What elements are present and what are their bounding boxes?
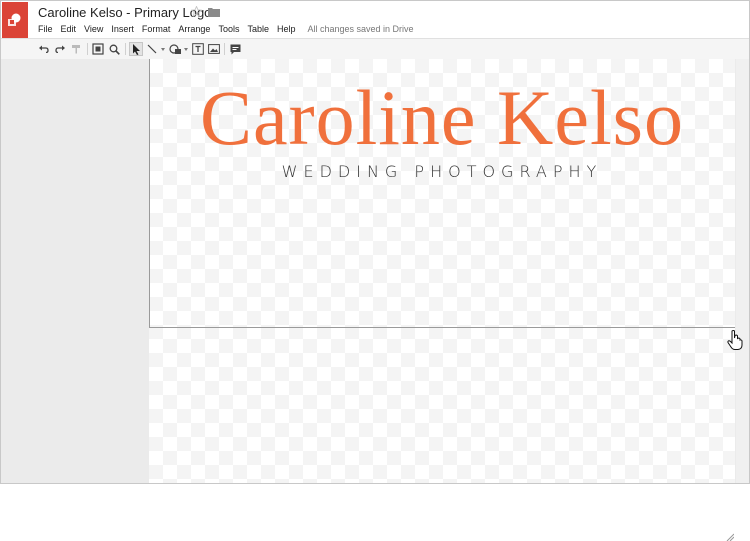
header: Caroline Kelso - Primary Logo File Edit … — [1, 1, 749, 38]
toolbar — [1, 38, 749, 60]
drawing-canvas[interactable]: Caroline Kelso WEDDING PHOTOGRAPHY — [149, 59, 735, 483]
menu-help[interactable]: Help — [277, 24, 296, 36]
paint-format-button[interactable] — [69, 42, 83, 56]
drawings-app-logo[interactable] — [2, 2, 28, 38]
paint-format-icon — [72, 45, 80, 54]
menu-tools[interactable]: Tools — [218, 24, 239, 36]
star-icon[interactable] — [191, 6, 202, 17]
comment-icon — [230, 44, 240, 54]
comment-button[interactable] — [228, 42, 242, 56]
line-tool-button[interactable] — [145, 42, 159, 56]
toolbar-divider — [125, 43, 126, 55]
menu-table[interactable]: Table — [247, 24, 269, 36]
document-title[interactable]: Caroline Kelso - Primary Logo — [38, 5, 211, 20]
drawings-logo-icon — [8, 13, 21, 26]
zoom-fit-button[interactable] — [91, 42, 105, 56]
shape-dropdown-arrow-icon[interactable] — [184, 48, 188, 51]
zoom-fit-icon — [92, 43, 104, 55]
menu-file[interactable]: File — [38, 24, 53, 36]
menu-format[interactable]: Format — [142, 24, 171, 36]
menu-bar: File Edit View Insert Format Arrange Too… — [38, 24, 414, 36]
hand-cursor-icon — [727, 330, 743, 350]
redo-icon — [55, 45, 65, 53]
line-icon — [147, 44, 157, 54]
logo-name-text[interactable]: Caroline Kelso — [149, 79, 735, 157]
text-box-icon — [192, 43, 204, 55]
redo-button[interactable] — [53, 42, 67, 56]
undo-icon — [39, 45, 49, 53]
toolbar-divider — [224, 43, 225, 55]
image-button[interactable] — [207, 42, 221, 56]
logo-tagline-text[interactable]: WEDDING PHOTOGRAPHY — [149, 162, 735, 181]
resize-grip-icon[interactable] — [726, 533, 734, 541]
image-icon — [208, 44, 220, 54]
toolbar-divider — [87, 43, 88, 55]
vertical-scrollbar[interactable] — [736, 59, 749, 483]
cursor-arrow-icon — [132, 43, 140, 55]
menu-arrange[interactable]: Arrange — [178, 24, 210, 36]
undo-button[interactable] — [37, 42, 51, 56]
select-tool-button[interactable] — [129, 42, 143, 56]
shape-icon — [168, 43, 181, 54]
zoom-icon — [109, 44, 120, 55]
menu-view[interactable]: View — [84, 24, 103, 36]
shape-tool-button[interactable] — [168, 42, 182, 56]
zoom-button[interactable] — [107, 42, 121, 56]
folder-icon[interactable] — [208, 7, 220, 17]
menu-edit[interactable]: Edit — [61, 24, 77, 36]
menu-insert[interactable]: Insert — [111, 24, 134, 36]
save-status: All changes saved in Drive — [307, 24, 414, 34]
text-box-button[interactable] — [191, 42, 205, 56]
line-dropdown-arrow-icon[interactable] — [161, 48, 165, 51]
workspace: Caroline Kelso WEDDING PHOTOGRAPHY — [1, 59, 749, 541]
